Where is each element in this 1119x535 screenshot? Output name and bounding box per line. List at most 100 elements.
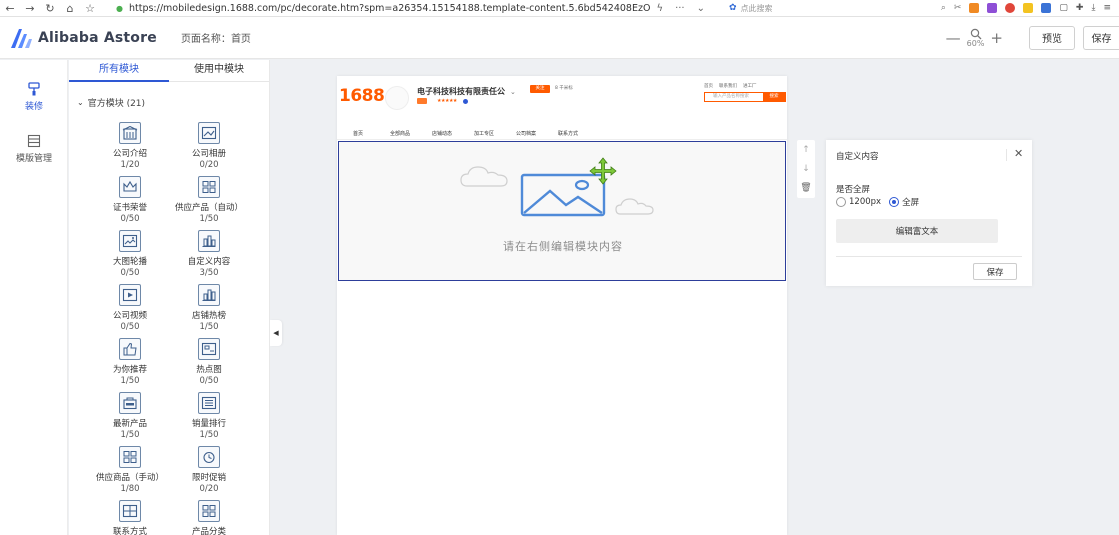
secure-lock-icon: ● — [116, 3, 123, 13]
divider — [1006, 149, 1007, 161]
close-icon[interactable]: ✕ — [1014, 147, 1023, 160]
rating-stars-icon: ★★★★★ — [437, 98, 457, 104]
extension-yellow-icon[interactable] — [1023, 3, 1034, 13]
delete-trash-icon[interactable]: 🗑 — [800, 183, 811, 193]
custom-content-module-selected[interactable]: 请在右侧编辑模块内容 — [338, 141, 786, 281]
more-icon[interactable]: ··· — [669, 3, 691, 14]
chevron-down-icon[interactable]: ⌄ — [77, 98, 84, 107]
module-count: 0/50 — [199, 376, 219, 386]
module-item[interactable]: 为你推荐 1/50 — [90, 338, 170, 386]
address-bar[interactable]: ● https://mobiledesign.1688.com/pc/decor… — [116, 3, 711, 14]
home-icon[interactable]: ⌂ — [60, 2, 80, 15]
module-side-tools: ↑ ↓ 🗑 — [797, 140, 815, 198]
radio-1200px-label[interactable]: 1200px — [849, 197, 881, 207]
video-icon — [119, 284, 141, 306]
module-item[interactable]: 供应产品（自动） 1/50 — [169, 176, 249, 224]
module-name: 产品分类 — [191, 527, 226, 535]
tab-all-modules[interactable]: 所有模块 — [69, 60, 169, 82]
zoom-out-icon[interactable]: — — [942, 29, 965, 47]
back-icon[interactable]: ← — [0, 2, 20, 15]
edit-rich-text-button[interactable]: 编辑富文本 — [836, 219, 998, 243]
browser-toolbar: ← → ↻ ⌂ ☆ ● https://mobiledesign.1688.co… — [0, 0, 1119, 17]
module-count: 1/50 — [199, 430, 219, 440]
verified-dot-icon — [462, 98, 468, 104]
radio-fullscreen[interactable] — [889, 197, 900, 207]
mail-icon[interactable] — [1041, 3, 1052, 13]
module-item[interactable]: 自定义内容 3/50 — [169, 230, 249, 278]
shop-badges: ★★★★★ — [417, 98, 468, 104]
astore-logo-icon — [11, 28, 32, 48]
custom-content-icon — [198, 230, 220, 252]
section-title: 官方模块 (21) — [87, 99, 146, 109]
collapse-panel-toggle[interactable]: ◀ — [270, 320, 282, 346]
shop-nav-item: 店铺动态 — [431, 131, 452, 137]
module-item[interactable]: 最新产品 1/50 — [90, 392, 170, 440]
section-official-modules[interactable]: ⌄ 官方模块 (21) — [77, 96, 269, 109]
module-item[interactable]: 联系方式 — [90, 500, 170, 535]
download-icon[interactable]: ⤓ — [1091, 3, 1095, 13]
url-text[interactable]: https://mobiledesign.1688.com/pc/decorat… — [129, 3, 650, 14]
radio-1200px[interactable] — [836, 197, 846, 207]
browser-search[interactable]: ✿ 点此搜索 — [729, 2, 929, 15]
module-item[interactable]: 证书荣誉 0/50 — [90, 176, 170, 224]
panel-save-button[interactable]: 保存 — [973, 263, 1017, 280]
module-item[interactable]: 限时促销 0/20 — [169, 446, 249, 494]
shop-nav-item: 加工专区 — [473, 131, 494, 137]
shop-header-preview[interactable]: 1688 电子科技科技有限责任公 ⌄ ★★★★★ 关注 8 千米标 首页 联系我… — [337, 76, 787, 140]
module-item[interactable]: 供应商品（手动） 1/80 — [90, 446, 170, 494]
module-name: 销量排行 — [191, 419, 226, 429]
nav-item-decorate[interactable]: 装修 — [0, 82, 68, 112]
module-count: 0/50 — [120, 214, 140, 224]
shop-nav-preview: 首页 全部商品 店铺动态 加工专区 公司档案 联系方式 — [337, 130, 787, 137]
header-actions: — 60% + 预览 保存 — [942, 25, 1119, 50]
paint-brush-icon — [28, 82, 40, 96]
zoom-in-icon[interactable]: + — [986, 29, 1007, 47]
shop-nav-item: 联系方式 — [557, 131, 578, 137]
cloud-left-icon — [460, 166, 508, 187]
radio-fullscreen-label[interactable]: 全屏 — [902, 196, 919, 208]
left-nav: 装修 模版管理 — [0, 60, 68, 535]
shop-avatar — [385, 86, 409, 110]
module-item[interactable]: 大图轮播 0/50 — [90, 230, 170, 278]
extension-red-icon[interactable] — [1005, 3, 1016, 13]
zoom-control: — 60% + — [942, 28, 1007, 48]
fullscreen-label: 是否全屏 — [836, 185, 871, 195]
lightning-icon[interactable]: ϟ — [650, 3, 669, 14]
extension-orange-icon[interactable] — [969, 3, 980, 13]
module-item[interactable]: 公司视频 0/50 — [90, 284, 170, 332]
magnifier-icon[interactable]: ⌕ — [941, 3, 946, 13]
bookmark-star-icon[interactable]: ☆ — [80, 2, 100, 15]
module-item[interactable]: 销量排行 1/50 — [169, 392, 249, 440]
menu-icon[interactable]: ≡ — [1103, 3, 1111, 13]
panel-title: 自定义内容 — [836, 152, 879, 162]
nav-item-template-manage[interactable]: 模版管理 — [0, 134, 68, 164]
module-item[interactable]: 公司相册 0/20 — [169, 122, 249, 170]
crown-icon — [119, 176, 141, 198]
tab-modules-in-use[interactable]: 使用中模块 — [169, 60, 269, 81]
logo-text: Alibaba Astore — [38, 29, 157, 46]
scissors-icon[interactable]: ✂ — [954, 3, 962, 13]
forward-icon[interactable]: → — [20, 2, 40, 15]
module-name: 为你推荐 — [112, 365, 147, 375]
extension-purple-icon[interactable] — [987, 3, 998, 13]
move-down-icon[interactable]: ↓ — [802, 164, 810, 174]
shop-nav-item: 首页 — [352, 131, 363, 137]
puzzle-icon[interactable]: ✚ — [1076, 3, 1084, 13]
module-count: 1/20 — [120, 160, 140, 170]
module-item[interactable]: 店铺热榜 1/50 — [169, 284, 249, 332]
reload-icon[interactable]: ↻ — [40, 2, 60, 15]
module-count: 1/50 — [120, 430, 140, 440]
shop-link: 进工厂 — [743, 84, 757, 89]
dropdown-chevron-icon[interactable]: ⌄ — [691, 3, 711, 14]
module-item[interactable]: 热点图 0/50 — [169, 338, 249, 386]
window-icon[interactable]: ▢ — [1059, 3, 1068, 13]
divider — [836, 256, 1022, 257]
zoom-indicator: 60% — [967, 28, 984, 48]
module-item[interactable]: 产品分类 — [169, 500, 249, 535]
hotspot-image-icon — [198, 338, 220, 360]
move-up-icon[interactable]: ↑ — [802, 145, 810, 155]
module-item[interactable]: 公司介绍 1/20 — [90, 122, 170, 170]
save-button[interactable]: 保存 — [1083, 25, 1119, 50]
preview-button[interactable]: 预览 — [1029, 25, 1075, 50]
template-layout-icon — [27, 134, 41, 148]
